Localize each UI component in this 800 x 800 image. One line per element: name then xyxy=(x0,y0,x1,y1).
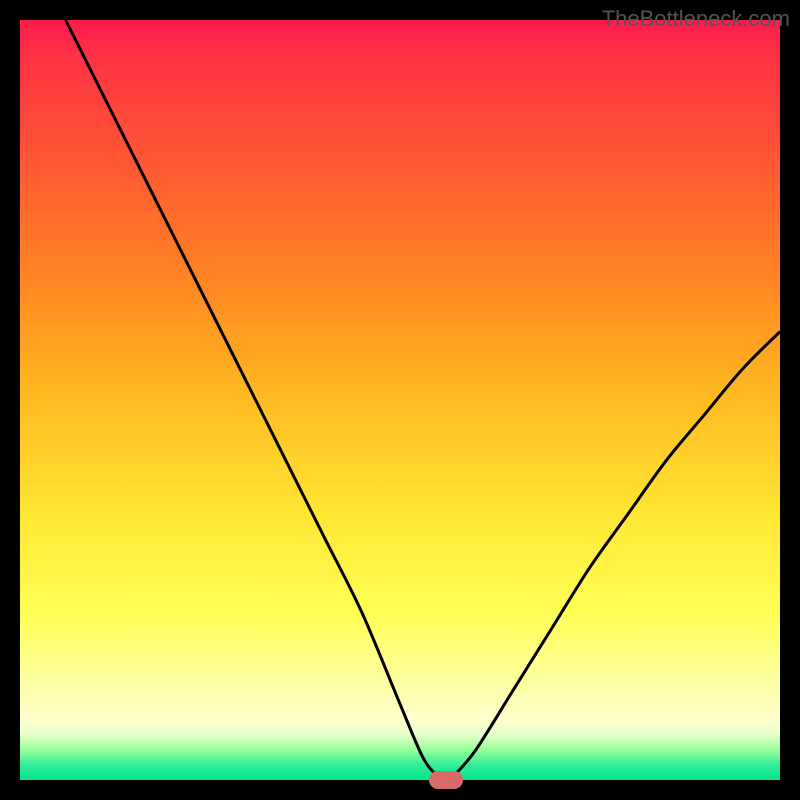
optimal-marker xyxy=(429,771,463,789)
plot-area xyxy=(20,20,780,780)
watermark-text: TheBottleneck.com xyxy=(602,6,790,32)
curve-svg xyxy=(20,20,780,780)
bottleneck-curve xyxy=(66,20,780,780)
